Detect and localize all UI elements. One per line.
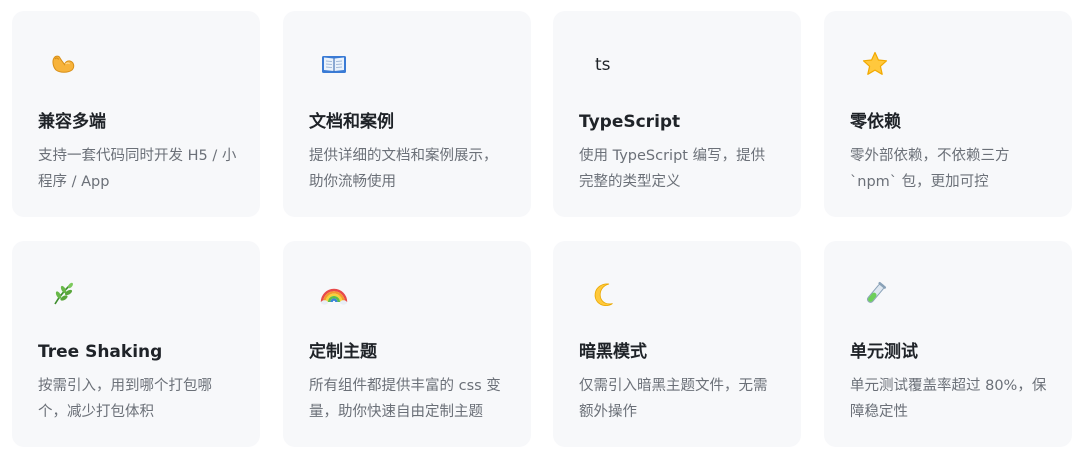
flexed-biceps-icon [52,55,75,73]
feature-description: 提供详细的文档和案例展示，助你流畅使用 [309,148,498,190]
feature-description: 仅需引入暗黑主题文件，无需额外操作 [579,378,768,420]
feature-title: 暗黑模式 [579,342,647,362]
feature-card-custom-theme[interactable]: 定制主题 所有组件都提供丰富的 css 变量，助你快速自由定制主题 [283,241,531,447]
feature-title: 文档和案例 [309,112,394,132]
feature-description: 按需引入，用到哪个打包哪个，减少打包体积 [38,378,212,420]
feature-title: 定制主题 [309,342,377,362]
typescript-logo-text: ts [595,55,611,75]
rainbow-icon [320,288,348,305]
feature-title: 单元测试 [850,342,918,362]
open-book-icon [322,56,346,73]
feature-card-unit-test[interactable]: 单元测试 单元测试覆盖率超过 80%，保障稳定性 [824,241,1072,447]
feature-title: 兼容多端 [38,112,106,132]
feature-card-multi-platform[interactable]: 兼容多端 支持一套代码同时开发 H5 / 小程序 / App [12,11,260,217]
feature-description: 使用 TypeScript 编写，提供完整的类型定义 [579,148,766,190]
feature-card-zero-deps[interactable]: 零依赖 零外部依赖，不依赖三方 `npm` 包，更加可控 [824,11,1072,217]
typescript-logo-icon: ts [595,55,611,75]
test-tube-icon [867,281,887,303]
star-icon [862,51,888,75]
feature-description: 零外部依赖，不依赖三方 `npm` 包，更加可控 [850,148,1010,190]
feature-description: 单元测试覆盖率超过 80%，保障稳定性 [850,378,1047,420]
feature-description: 支持一套代码同时开发 H5 / 小程序 / App [38,148,237,190]
feature-card-docs[interactable]: 文档和案例 提供详细的文档和案例展示，助你流畅使用 [283,11,531,217]
herb-icon [54,282,73,305]
feature-card-typescript[interactable]: ts TypeScript 使用 TypeScript 编写，提供完整的类型定义 [553,11,801,217]
feature-card-dark-mode[interactable]: 暗黑模式 仅需引入暗黑主题文件，无需额外操作 [553,241,801,447]
feature-title: TypeScript [579,112,681,132]
feature-title: 零依赖 [850,112,901,132]
features-grid: 兼容多端 支持一套代码同时开发 H5 / 小程序 / App 文档和案例 提供详… [0,0,1080,459]
crescent-moon-icon [594,283,613,306]
feature-title: Tree Shaking [38,342,163,362]
feature-description: 所有组件都提供丰富的 css 变量，助你快速自由定制主题 [309,378,501,420]
feature-card-tree-shaking[interactable]: Tree Shaking 按需引入，用到哪个打包哪个，减少打包体积 [12,241,260,447]
